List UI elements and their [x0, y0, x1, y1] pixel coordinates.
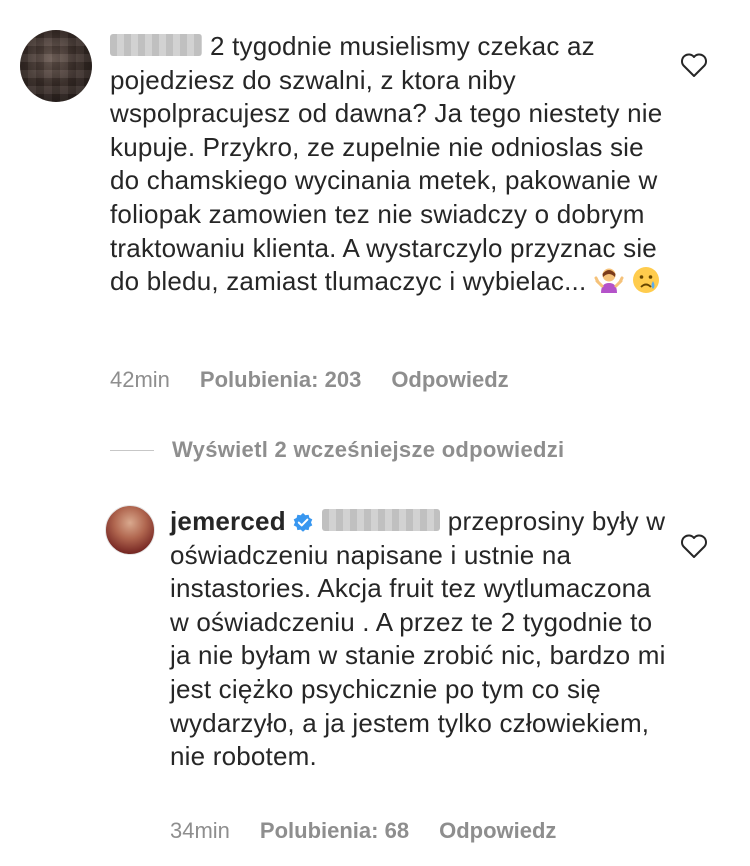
comment-body: 2 tygodnie musielismy czekac az pojedzie… — [110, 30, 670, 299]
emoji-shrug — [594, 265, 624, 295]
heart-outline-icon[interactable] — [680, 533, 708, 559]
reply-button[interactable]: Odpowiedz — [391, 367, 508, 392]
view-replies-label[interactable]: Wyświetl 2 wcześniejsze odpowiedzi — [172, 437, 564, 463]
emoji-crying-face — [631, 265, 661, 295]
divider — [110, 449, 154, 451]
comment-body: jemerced przeprosiny były w oświadczeniu… — [170, 505, 670, 774]
comment-time: 42min — [110, 367, 170, 392]
user-avatar-icon[interactable] — [105, 505, 155, 555]
comment-meta: 34min Polubienia: 68 Odpowiedz — [170, 818, 586, 844]
username-link[interactable]: jemerced — [170, 506, 286, 536]
view-earlier-replies[interactable]: Wyświetl 2 wcześniejsze odpowiedzi — [110, 437, 564, 463]
verified-badge-icon — [292, 509, 314, 532]
likes-count[interactable]: Polubienia: 68 — [260, 818, 409, 843]
user-avatar-icon[interactable] — [20, 30, 92, 102]
reply-button[interactable]: Odpowiedz — [439, 818, 556, 843]
heart-outline-icon[interactable] — [680, 52, 708, 78]
redacted-mention — [321, 509, 440, 532]
likes-count[interactable]: Polubienia: 203 — [200, 367, 361, 392]
redacted-mention — [110, 34, 202, 57]
comment-text: 2 tygodnie musielismy czekac az pojedzie… — [110, 31, 663, 297]
comment-time: 34min — [170, 818, 230, 843]
comment-text: przeprosiny były w oświadczeniu napisane… — [170, 506, 666, 772]
comment-meta: 42min Polubienia: 203 Odpowiedz — [110, 367, 539, 393]
